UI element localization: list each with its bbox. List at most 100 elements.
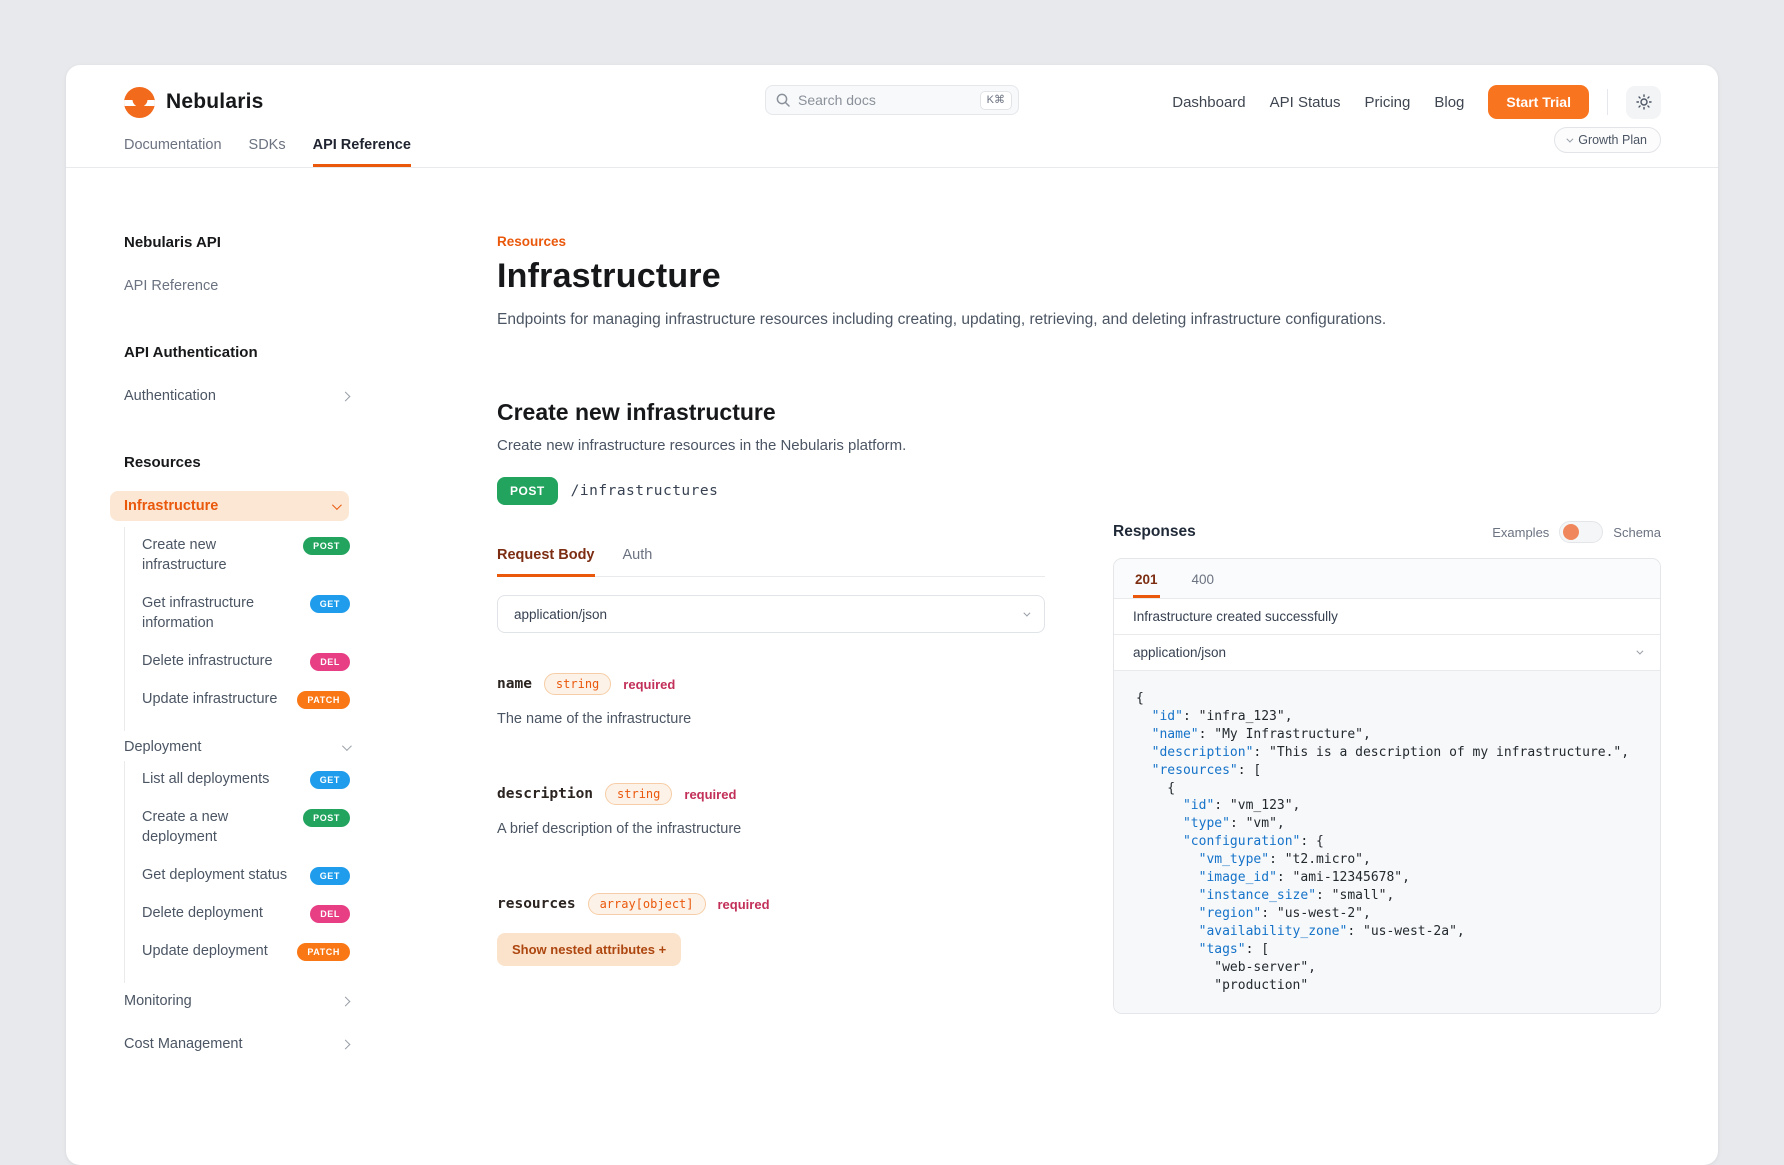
sidebar-item-infrastructure[interactable]: Infrastructure — [110, 491, 349, 521]
sidebar-item-label: Create new infrastructure — [142, 535, 292, 575]
nebularis-logo-icon — [124, 87, 155, 118]
search-box[interactable]: K⌘ — [765, 85, 1019, 115]
search-icon — [776, 93, 790, 107]
chevron-right-icon — [341, 391, 351, 401]
tab-request-body[interactable]: Request Body — [497, 547, 595, 576]
required-flag: required — [623, 677, 675, 692]
sidebar-item-create-a-new-deployment[interactable]: Create a new deployment POST — [142, 807, 350, 847]
tab-documentation[interactable]: Documentation — [124, 137, 222, 167]
endpoint-subtitle: Create new infrastructure resources in t… — [497, 437, 1045, 454]
responses-column: Responses Examples Schema 201 400 Infras… — [1113, 521, 1661, 1014]
sidebar-item-label: Monitoring — [124, 993, 192, 1009]
chevron-down-icon — [1636, 648, 1643, 655]
tab-sdks[interactable]: SDKs — [249, 137, 286, 167]
tab-status-201[interactable]: 201 — [1133, 559, 1160, 598]
response-content-type-row[interactable]: application/json — [1114, 635, 1660, 671]
sidebar-item-list-all-deployments[interactable]: List all deployments GET — [142, 769, 350, 789]
field-description: A brief description of the infrastructur… — [497, 821, 1045, 837]
field-description-block: description string required A brief desc… — [497, 783, 1045, 837]
chevron-down-icon — [342, 741, 352, 751]
plan-selector[interactable]: Growth Plan — [1554, 127, 1661, 153]
field-description: The name of the infrastructure — [497, 711, 1045, 727]
brand[interactable]: Nebularis — [124, 87, 264, 118]
sidebar-item-label: Get infrastructure information — [142, 593, 292, 633]
method-badge-post: POST — [303, 537, 350, 555]
field-name-label: description — [497, 786, 593, 802]
primary-tabs: Documentation SDKs API Reference — [124, 137, 1661, 167]
response-example-code[interactable]: { "id": "infra_123", "name": "My Infrast… — [1114, 671, 1660, 1013]
sidebar-item-label: Get deployment status — [142, 865, 287, 885]
toggle-label-schema[interactable]: Schema — [1613, 525, 1661, 540]
sidebar-item-monitoring[interactable]: Monitoring — [124, 993, 349, 1009]
method-badge-get: GET — [310, 595, 350, 613]
chevron-down-icon — [1023, 609, 1030, 616]
sidebar-item-label: Delete deployment — [142, 903, 263, 923]
sun-icon — [1636, 94, 1652, 110]
sidebar-group-api-authentication: API Authentication — [124, 344, 397, 361]
breadcrumb-eyebrow: Resources — [497, 234, 1045, 249]
endpoint-section: Create new infrastructure Create new inf… — [497, 399, 1045, 966]
tab-auth[interactable]: Auth — [623, 547, 653, 576]
request-tabs: Request Body Auth — [497, 547, 1045, 577]
sidebar-item-label: Authentication — [124, 388, 216, 404]
sidebar-item-get-infrastructure-information[interactable]: Get infrastructure information GET — [142, 593, 350, 633]
page-description: Endpoints for managing infrastructure re… — [497, 309, 1457, 331]
response-content-type: application/json — [1133, 645, 1226, 660]
page-title: Infrastructure — [497, 257, 1045, 296]
field-type-pill: array[object] — [588, 893, 706, 915]
method-badge-del: DEL — [310, 653, 350, 671]
required-flag: required — [718, 897, 770, 912]
sidebar-group-nebularis-api: Nebularis API — [124, 234, 397, 251]
sidebar-item-api-reference[interactable]: API Reference — [124, 278, 397, 294]
sidebar-item-cost-management[interactable]: Cost Management — [124, 1036, 349, 1052]
start-trial-button[interactable]: Start Trial — [1488, 85, 1589, 119]
examples-schema-toggle[interactable] — [1559, 521, 1603, 543]
nav-api-status[interactable]: API Status — [1270, 94, 1341, 111]
sidebar-item-get-deployment-status[interactable]: Get deployment status GET — [142, 865, 350, 885]
chevron-down-icon — [1567, 135, 1574, 142]
content-type-select[interactable]: application/json — [497, 595, 1045, 633]
plan-label: Growth Plan — [1578, 133, 1647, 147]
nav-pricing[interactable]: Pricing — [1365, 94, 1411, 111]
status-code-tabs: 201 400 — [1114, 559, 1660, 599]
app-window: Nebularis K⌘ Dashboard API Status Pricin… — [66, 65, 1718, 1165]
sidebar-item-update-deployment[interactable]: Update deployment PATCH — [142, 941, 350, 961]
sidebar-item-label: Cost Management — [124, 1036, 242, 1052]
field-name-label: name — [497, 676, 532, 692]
sidebar-item-label: Update deployment — [142, 941, 268, 961]
tab-api-reference[interactable]: API Reference — [313, 137, 411, 167]
method-badge-get: GET — [310, 771, 350, 789]
nav-blog[interactable]: Blog — [1434, 94, 1464, 111]
chevron-right-icon — [341, 1039, 351, 1049]
tab-status-400[interactable]: 400 — [1190, 559, 1217, 598]
sidebar-item-delete-deployment[interactable]: Delete deployment DEL — [142, 903, 350, 923]
sidebar-item-label: List all deployments — [142, 769, 269, 789]
sidebar-item-authentication[interactable]: Authentication — [124, 388, 349, 404]
sidebar-item-label: Infrastructure — [124, 498, 218, 514]
deployment-children: List all deployments GET Create a new de… — [124, 761, 397, 983]
nav-dashboard[interactable]: Dashboard — [1172, 94, 1245, 111]
sidebar-item-delete-infrastructure[interactable]: Delete infrastructure DEL — [142, 651, 350, 671]
search-input[interactable] — [798, 92, 972, 108]
method-badge-del: DEL — [310, 905, 350, 923]
brand-name: Nebularis — [166, 90, 264, 114]
field-type-pill: string — [605, 783, 672, 805]
sidebar-item-deployment[interactable]: Deployment — [124, 739, 349, 755]
show-nested-attributes-button[interactable]: Show nested attributes + — [497, 933, 681, 966]
search-shortcut-badge: K⌘ — [980, 91, 1012, 110]
required-flag: required — [684, 787, 736, 802]
method-badge-patch: PATCH — [297, 691, 350, 709]
method-badge-post: POST — [497, 477, 558, 505]
method-badge-get: GET — [310, 867, 350, 885]
response-panel: 201 400 Infrastructure created successfu… — [1113, 558, 1661, 1014]
site-header: Nebularis K⌘ Dashboard API Status Pricin… — [66, 65, 1718, 167]
chevron-right-icon — [341, 996, 351, 1006]
sidebar-item-update-infrastructure[interactable]: Update infrastructure PATCH — [142, 689, 350, 709]
endpoint-path: /infrastructures — [571, 483, 719, 499]
sidebar-item-create-new-infrastructure[interactable]: Create new infrastructure POST — [142, 535, 350, 575]
theme-toggle-button[interactable] — [1626, 86, 1661, 119]
toggle-label-examples[interactable]: Examples — [1492, 525, 1549, 540]
sidebar-item-label: Update infrastructure — [142, 689, 277, 709]
field-type-pill: string — [544, 673, 611, 695]
sidebar-item-label: Delete infrastructure — [142, 651, 273, 671]
